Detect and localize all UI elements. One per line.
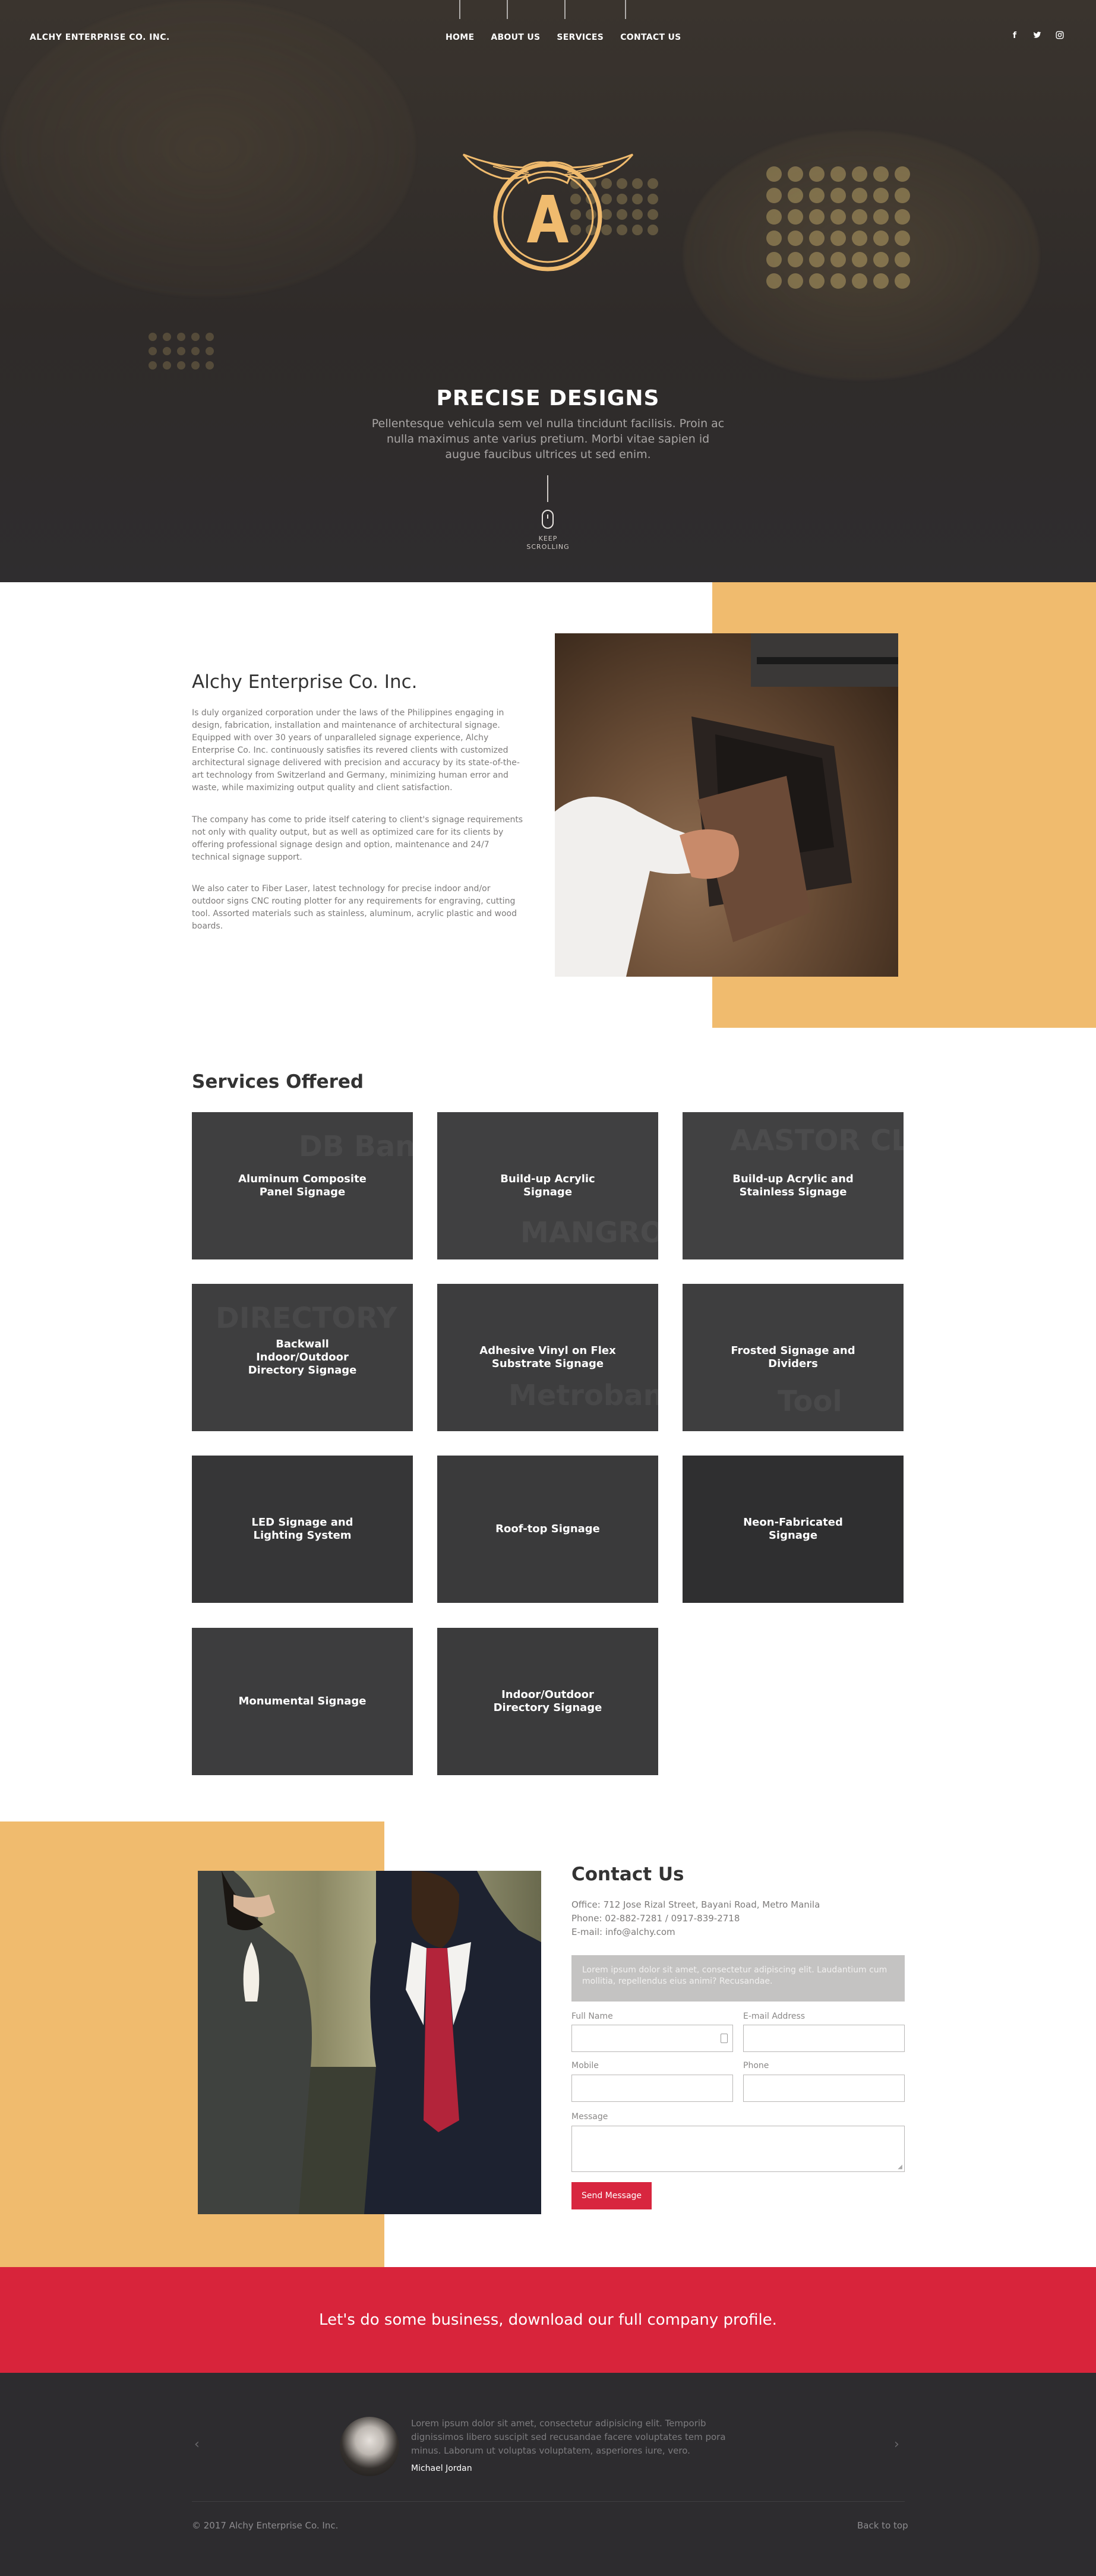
hero-bg-dots-left (149, 333, 214, 370)
service-card-label: Backwall Indoor/Outdoor Directory Signag… (248, 1338, 357, 1377)
hero-bg-glow-left (0, 0, 416, 297)
service-card-label: Roof-top Signage (495, 1523, 600, 1535)
about-title: Alchy Enterprise Co. Inc. (192, 671, 418, 693)
about-photo (555, 633, 898, 977)
full-name-input[interactable] (571, 2025, 733, 2052)
service-card-watermark: AASTOR CLUB (730, 1124, 904, 1157)
service-card-label: Indoor/Outdoor Directory Signage (493, 1688, 602, 1714)
testimonial-quote: Lorem ipsum dolor sit amet, consectetur … (411, 2418, 726, 2456)
mouse-scroll-icon[interactable] (542, 510, 554, 529)
service-card[interactable]: Tool Frosted Signage and Dividers (683, 1284, 904, 1431)
about-paragraph-1: Is duly organized corporation under the … (192, 708, 520, 793)
hero-subtitle: Pellentesque vehicula sem vel nulla tinc… (371, 417, 725, 461)
service-card-label: Frosted Signage and Dividers (731, 1344, 855, 1370)
facebook-icon[interactable]: f (1010, 31, 1019, 42)
mobile-input[interactable] (571, 2075, 733, 2102)
testimonial-prev-arrow[interactable]: ‹ (194, 2437, 200, 2452)
nav-divider (564, 0, 566, 19)
contact-phone: Phone: 02-882-7281 / 0917-839-2718 (571, 1913, 740, 1924)
workshop-image (555, 633, 898, 977)
about-paragraph-2: The company has come to pride itself cat… (192, 815, 523, 862)
send-message-button[interactable]: Send Message (571, 2182, 652, 2209)
testimonial-next-arrow[interactable]: › (894, 2437, 899, 2452)
contact-photo (198, 1871, 541, 2214)
service-card-label: Neon-Fabricated Signage (743, 1516, 843, 1542)
phone-label: Phone (743, 2061, 769, 2070)
keep-scrolling-line2: SCROLLING (526, 543, 570, 551)
service-card-watermark: Metrobank (508, 1379, 658, 1412)
keep-scrolling-line1: KEEP (538, 535, 558, 542)
scroll-line (547, 475, 548, 502)
cta-banner[interactable]: Let's do some business, download our ful… (0, 2267, 1096, 2373)
form-notice: Lorem ipsum dolor sit amet, consectetur … (571, 1955, 905, 2002)
copyright: © 2017 Alchy Enterprise Co. Inc. (192, 2520, 339, 2531)
nav-contact[interactable]: CONTACT US (620, 33, 681, 42)
hero-bg-dots-right (766, 166, 910, 289)
nav-home[interactable]: HOME (446, 33, 474, 42)
hero-title: PRECISE DESIGNS (436, 386, 660, 411)
email-label: E-mail Address (743, 2012, 806, 2021)
service-card[interactable]: Metrobank Adhesive Vinyl on Flex Substra… (437, 1284, 658, 1431)
service-card[interactable]: Indoor/Outdoor Directory Signage (437, 1628, 658, 1775)
about-paragraph-3: We also cater to Fiber Laser, latest tec… (192, 884, 517, 931)
service-card[interactable]: DIRECTORY Backwall Indoor/Outdoor Direct… (192, 1284, 413, 1431)
main-nav: HOME ABOUT US SERVICES CONTACT US (446, 33, 681, 42)
nav-divider (507, 0, 508, 19)
brand-name[interactable]: ALCHY ENTERPRISE CO. INC. (30, 33, 170, 42)
service-card-watermark: MANGROVE (520, 1216, 658, 1249)
service-card-label: Build-up Acrylic Signage (500, 1173, 595, 1198)
full-name-label: Full Name (571, 2012, 613, 2021)
mobile-label: Mobile (571, 2061, 599, 2070)
service-card-watermark: Tool (778, 1385, 842, 1418)
service-card[interactable]: MANGROVE Build-up Acrylic Signage (437, 1112, 658, 1259)
social-links: f (1010, 31, 1065, 42)
cta-text[interactable]: Let's do some business, download our ful… (319, 2311, 777, 2329)
contact-email[interactable]: E-mail: info@alchy.com (571, 1927, 675, 1937)
eagle-logo-icon: A (462, 137, 634, 272)
service-card-label: Aluminum Composite Panel Signage (238, 1173, 367, 1198)
services-title: Services Offered (192, 1071, 364, 1093)
keep-scrolling[interactable]: KEEP SCROLLING (0, 535, 1096, 551)
service-card[interactable]: AASTOR CLUB Build-up Acrylic and Stainle… (683, 1112, 904, 1259)
email-input[interactable] (743, 2025, 905, 2052)
contact-office: Office: 712 Jose Rizal Street, Bayani Ro… (571, 1899, 820, 1910)
contact-title: Contact Us (571, 1864, 684, 1885)
nav-divider (625, 0, 626, 19)
message-label: Message (571, 2112, 608, 2122)
hero-section: ALCHY ENTERPRISE CO. INC. HOME ABOUT US … (0, 0, 1096, 582)
service-card-label: Monumental Signage (238, 1695, 367, 1707)
back-to-top-link[interactable]: Back to top (857, 2520, 908, 2531)
testimonial-name: Michael Jordan (411, 2464, 472, 2473)
service-card-label: LED Signage and Lighting System (251, 1516, 353, 1542)
service-card-label: Build-up Acrylic and Stainless Signage (732, 1173, 854, 1198)
service-card[interactable]: DB Bank Aluminum Composite Panel Signage (192, 1112, 413, 1259)
service-card-watermark: DB Bank (299, 1130, 413, 1163)
service-card[interactable]: LED Signage and Lighting System (192, 1456, 413, 1603)
autofill-icon[interactable] (721, 2034, 728, 2043)
business-people-image (198, 1871, 541, 2214)
service-card[interactable]: Monumental Signage (192, 1628, 413, 1775)
nav-divider (459, 0, 460, 19)
service-card[interactable]: Neon-Fabricated Signage (683, 1456, 904, 1603)
service-card-watermark: DIRECTORY (216, 1302, 397, 1335)
instagram-icon[interactable] (1055, 31, 1065, 42)
nav-services[interactable]: SERVICES (557, 33, 604, 42)
service-card[interactable]: Roof-top Signage (437, 1456, 658, 1603)
testimonial-avatar (340, 2417, 399, 2476)
footer-divider (192, 2501, 905, 2502)
message-textarea[interactable]: ◢ (571, 2126, 905, 2172)
twitter-icon[interactable] (1032, 31, 1042, 42)
phone-input[interactable] (743, 2075, 905, 2102)
nav-about[interactable]: ABOUT US (491, 33, 540, 42)
service-card-label: Adhesive Vinyl on Flex Substrate Signage (479, 1344, 616, 1370)
footer-section (0, 2373, 1096, 2576)
resize-handle-icon[interactable]: ◢ (898, 2164, 902, 2170)
